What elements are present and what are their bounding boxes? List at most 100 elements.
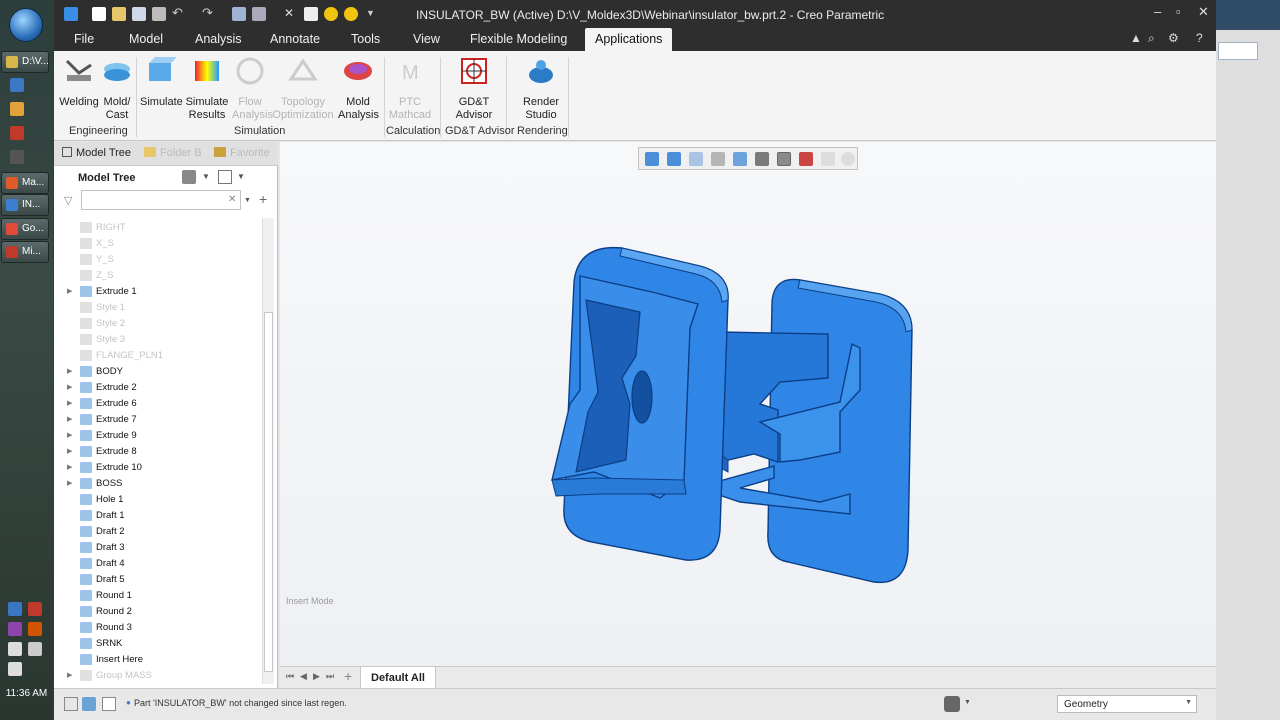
taskbar-button[interactable]: Go... bbox=[1, 218, 49, 240]
tree-item[interactable]: Y_S bbox=[54, 252, 260, 268]
tree-item[interactable]: X_S bbox=[54, 236, 260, 252]
tree-item[interactable]: ▶ Extrude 6 bbox=[54, 396, 260, 412]
tree-item[interactable]: Draft 4 bbox=[54, 556, 260, 572]
add-icon[interactable]: + bbox=[259, 191, 267, 207]
tree-item[interactable]: ▶ Extrude 7 bbox=[54, 412, 260, 428]
help-icon[interactable]: ? bbox=[1196, 31, 1203, 45]
tray-icon[interactable] bbox=[8, 622, 22, 636]
search-icon[interactable]: ⌕ bbox=[1148, 31, 1155, 46]
expand-icon[interactable]: ▶ bbox=[67, 367, 72, 375]
tree-item[interactable]: Draft 3 bbox=[54, 540, 260, 556]
first-icon[interactable]: ⏮ bbox=[286, 671, 294, 682]
tab-model-tree[interactable]: Model Tree bbox=[62, 147, 131, 159]
windows-icon[interactable] bbox=[252, 7, 266, 21]
clock[interactable]: 11:36 AM bbox=[0, 688, 53, 699]
tree-item[interactable]: Round 1 bbox=[54, 588, 260, 604]
chevron-down-icon[interactable]: ▼ bbox=[237, 172, 245, 181]
tree-item[interactable]: Draft 5 bbox=[54, 572, 260, 588]
tree-item[interactable]: ▶ BOSS bbox=[54, 476, 260, 492]
tree-item[interactable]: Round 3 bbox=[54, 620, 260, 636]
tray-icon[interactable] bbox=[10, 102, 24, 116]
flow-analysis-button[interactable]: Flow Analysis bbox=[232, 55, 273, 122]
expand-icon[interactable]: ▶ bbox=[67, 287, 72, 295]
minimize-button[interactable]: – bbox=[1154, 4, 1161, 19]
tab-model[interactable]: Model bbox=[129, 32, 163, 46]
expand-icon[interactable]: ▶ bbox=[67, 383, 72, 391]
selection-filter-dropdown[interactable]: Geometry ▼ bbox=[1057, 695, 1197, 713]
tray-icon[interactable] bbox=[28, 622, 42, 636]
redo-icon[interactable]: ↷ bbox=[202, 5, 216, 20]
topology-optimization-button[interactable]: Topology Optimization bbox=[272, 55, 334, 122]
signal-icon[interactable] bbox=[28, 642, 42, 656]
settings-icon[interactable]: ⚙ bbox=[1168, 31, 1179, 45]
render-studio-button[interactable]: Render Studio bbox=[516, 55, 566, 122]
tree-search-input[interactable] bbox=[81, 190, 241, 210]
undo-icon[interactable]: ↶ bbox=[172, 5, 186, 20]
triangle-icon[interactable]: ▲ bbox=[1130, 31, 1142, 45]
tree-item[interactable]: Draft 2 bbox=[54, 524, 260, 540]
graphics-window[interactable]: Insert Mode bbox=[280, 142, 1217, 666]
expand-icon[interactable]: ▶ bbox=[67, 479, 72, 487]
expand-icon[interactable]: ▶ bbox=[67, 671, 72, 679]
simulate-button[interactable]: Simulate bbox=[140, 55, 183, 109]
welding-button[interactable]: Welding bbox=[58, 55, 100, 109]
tray-icon[interactable] bbox=[10, 150, 24, 164]
tray-icon[interactable] bbox=[10, 78, 24, 92]
tree-item[interactable]: Style 3 bbox=[54, 332, 260, 348]
tree-item[interactable]: ▶ Extrude 8 bbox=[54, 444, 260, 460]
tab-default-all[interactable]: Default All bbox=[360, 667, 436, 689]
tree-scrollbar[interactable] bbox=[262, 218, 274, 684]
start-button[interactable] bbox=[9, 8, 43, 42]
tree-item[interactable]: Draft 1 bbox=[54, 508, 260, 524]
filter-icon[interactable]: ▽ bbox=[64, 194, 72, 207]
save-icon[interactable] bbox=[132, 7, 146, 21]
prev-icon[interactable]: ◀ bbox=[300, 671, 307, 682]
tab-analysis[interactable]: Analysis bbox=[195, 32, 242, 46]
new-icon[interactable] bbox=[92, 7, 106, 21]
tree-item[interactable]: ▶ Group MASS bbox=[54, 668, 260, 682]
tree-settings-icon[interactable] bbox=[182, 170, 196, 184]
add-tab-icon[interactable]: + bbox=[344, 668, 352, 684]
tree-item[interactable]: Insert Here bbox=[54, 652, 260, 668]
tray-icon[interactable] bbox=[10, 126, 24, 140]
expand-icon[interactable]: ▶ bbox=[67, 399, 72, 407]
status-icon[interactable] bbox=[82, 697, 96, 711]
chevron-down-icon[interactable]: ▼ bbox=[1185, 699, 1192, 706]
taskbar-button[interactable]: Ma... bbox=[1, 172, 49, 194]
tab-view[interactable]: View bbox=[413, 32, 440, 46]
window-icon[interactable] bbox=[152, 7, 166, 21]
taskbar-button[interactable]: IN... bbox=[1, 194, 49, 216]
status-icon[interactable] bbox=[64, 697, 78, 711]
chevron-down-icon[interactable]: ▼ bbox=[964, 699, 971, 706]
expand-icon[interactable]: ▶ bbox=[67, 463, 72, 471]
taskbar-button[interactable]: Mi... bbox=[1, 241, 49, 263]
tray-icon[interactable] bbox=[28, 602, 42, 616]
tree-item[interactable]: ▶ Extrude 10 bbox=[54, 460, 260, 476]
tab-favorites[interactable]: Favorite bbox=[214, 147, 270, 159]
tree-item[interactable]: Style 1 bbox=[54, 300, 260, 316]
tab-annotate[interactable]: Annotate bbox=[270, 32, 320, 46]
tree-item[interactable]: ▶ Extrude 2 bbox=[54, 380, 260, 396]
tab-file[interactable]: File bbox=[74, 32, 94, 46]
tree-item[interactable]: RIGHT bbox=[54, 220, 260, 236]
close-button[interactable]: ✕ bbox=[1198, 4, 1209, 20]
ptc-mathcad-button[interactable]: M PTC Mathcad bbox=[388, 55, 432, 122]
app-icon[interactable] bbox=[64, 7, 78, 21]
network-icon[interactable] bbox=[8, 602, 22, 616]
edit-icon[interactable] bbox=[304, 7, 318, 21]
chevron-down-icon[interactable]: ▼ bbox=[202, 172, 210, 181]
find-icon[interactable] bbox=[944, 696, 960, 712]
last-icon[interactable]: ⏭ bbox=[326, 671, 334, 682]
gdt-advisor-button[interactable]: GD&T Advisor bbox=[452, 55, 496, 122]
volume-icon[interactable] bbox=[8, 662, 22, 676]
tree-item[interactable]: FLANGE_PLN1 bbox=[54, 348, 260, 364]
show-icon[interactable] bbox=[218, 170, 232, 184]
smiley-icon[interactable] bbox=[324, 7, 338, 21]
tab-applications[interactable]: Applications bbox=[585, 28, 673, 51]
tray-icon[interactable] bbox=[8, 642, 22, 656]
chevron-down-icon[interactable]: ▼ bbox=[244, 197, 251, 204]
expand-icon[interactable]: ▶ bbox=[67, 415, 72, 423]
part-model[interactable] bbox=[280, 142, 1217, 666]
tree-item[interactable]: Round 2 bbox=[54, 604, 260, 620]
open-icon[interactable] bbox=[112, 7, 126, 21]
